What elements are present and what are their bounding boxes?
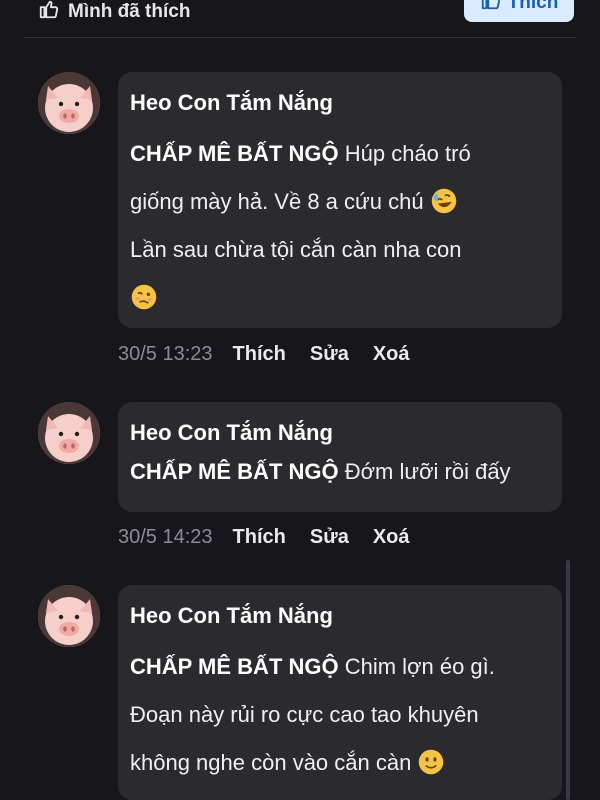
mention[interactable]: CHẤP MÊ BẤT NGỘ — [130, 459, 339, 484]
delete-comment-link[interactable]: Xoá — [373, 526, 410, 549]
comment-bubble: Heo Con Tắm Nắng CHẤP MÊ BẤT NGỘ Đớm lưỡ… — [118, 402, 562, 512]
comment-timestamp: 30/5 14:23 — [118, 526, 213, 548]
like-comment-link[interactable]: Thích — [233, 526, 286, 549]
comment-thread: Mình đã thích Thích Heo Con Tắm Nắng CHẤ… — [0, 0, 600, 800]
comment-text-line: Lần sau chừa tội cắn càn nha con — [130, 237, 462, 262]
my-like-label: Mình đã thích — [68, 1, 191, 22]
comment-bubble: Heo Con Tắm Nắng CHẤP MÊ BẤT NGỘ Húp chá… — [118, 72, 562, 328]
comment-meta: 30/5 14:23 Thích Sửa Xoá — [118, 526, 434, 549]
comment-bubble: Heo Con Tắm Nắng CHẤP MÊ BẤT NGỘ Chim lợ… — [118, 585, 562, 800]
comment-text: CHẤP MÊ BẤT NGỘ Chim lợn éo gì. Đoạn này… — [130, 643, 550, 787]
pig-avatar-icon — [38, 402, 100, 464]
comment-text: CHẤP MÊ BẤT NGỘ Đớm lưỡi rồi đấy — [130, 448, 550, 496]
like-comment-link[interactable]: Thích — [233, 343, 286, 366]
edit-comment-link[interactable]: Sửa — [310, 526, 349, 549]
thumbs-up-icon — [38, 0, 60, 26]
comment-text-line: giống mày hả. Về 8 a cứu chú — [130, 189, 424, 214]
comment-text-line: không nghe còn vào cắn càn — [130, 750, 412, 775]
pig-avatar-icon — [38, 585, 100, 647]
mention[interactable]: CHẤP MÊ BẤT NGỘ — [130, 141, 339, 166]
comment-meta: 30/5 13:23 Thích Sửa Xoá — [118, 343, 434, 366]
comment-author[interactable]: Heo Con Tắm Nắng — [130, 88, 550, 118]
comment-text: CHẤP MÊ BẤT NGỘ Húp cháo tró giống mày h… — [130, 130, 550, 322]
avatar[interactable] — [38, 585, 100, 647]
comment-text-line: Đớm lưỡi rồi đấy — [344, 459, 511, 484]
woozy-face-emoji-icon — [131, 284, 157, 310]
pig-avatar-icon — [38, 72, 100, 134]
like-button[interactable]: Thích — [464, 0, 574, 22]
comment-author[interactable]: Heo Con Tắm Nắng — [130, 418, 550, 448]
scrollbar[interactable] — [566, 560, 570, 800]
avatar[interactable] — [38, 402, 100, 464]
my-like-status[interactable]: Mình đã thích — [38, 0, 190, 26]
comment-text-line: Đoạn này rủi ro cực cao tao khuyên — [130, 702, 479, 727]
comment-author[interactable]: Heo Con Tắm Nắng — [130, 601, 550, 631]
comment-text-line: Chim lợn éo gì. — [344, 654, 495, 679]
comment-timestamp: 30/5 13:23 — [118, 343, 213, 365]
rofl-emoji-icon — [431, 188, 456, 214]
delete-comment-link[interactable]: Xoá — [373, 343, 410, 366]
like-button-label: Thích — [507, 0, 559, 13]
mention[interactable]: CHẤP MÊ BẤT NGỘ — [130, 654, 339, 679]
slight-smile-emoji-icon — [419, 749, 444, 775]
avatar[interactable] — [38, 72, 100, 134]
comment-text-line: Húp cháo tró — [344, 141, 471, 166]
thumbs-up-icon — [480, 0, 502, 17]
edit-comment-link[interactable]: Sửa — [310, 343, 349, 366]
divider — [24, 37, 576, 38]
reaction-bar: Mình đã thích Thích — [0, 0, 600, 38]
